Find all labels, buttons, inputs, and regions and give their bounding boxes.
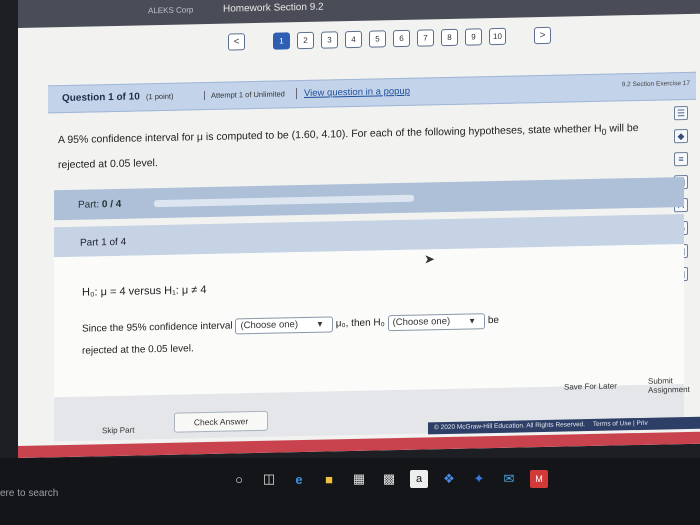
interval-dropdown-value: (Choose one) xyxy=(240,319,298,332)
page-button-7[interactable]: 7 xyxy=(417,29,434,47)
interval-dropdown[interactable]: (Choose one) ▼ xyxy=(235,316,333,335)
work-area: ➤ H₀: μ = 4 versus H₁: μ ≠ 4 Since the 9… xyxy=(54,244,684,398)
part-label: Part: xyxy=(78,199,100,211)
sentence-part-b: μ₀, then H₀ xyxy=(335,317,385,330)
store-icon[interactable]: ▦ xyxy=(350,470,368,488)
mcafee-icon[interactable]: M xyxy=(530,470,548,488)
skip-part-link[interactable]: Skip Part xyxy=(102,426,134,436)
mouse-cursor-icon: ➤ xyxy=(424,251,435,267)
chevron-right-icon[interactable]: > xyxy=(534,26,551,45)
question-points: (1 point) xyxy=(146,91,174,102)
question-line-1-end: will be xyxy=(606,122,639,135)
amazon-icon[interactable]: a xyxy=(410,470,428,488)
sentence-part-d: rejected at the 0.05 level. xyxy=(82,343,194,357)
question-text: A 95% confidence interval for μ is compu… xyxy=(58,117,658,177)
window-title: Homework Section 9.2 xyxy=(223,1,324,15)
reject-dropdown-value: (Choose one) xyxy=(392,315,451,329)
submit-assignment-link[interactable]: Submit Assignment xyxy=(648,376,690,395)
page-button-2[interactable]: 2 xyxy=(297,31,314,50)
reject-dropdown[interactable]: (Choose one) ▼ xyxy=(387,313,486,332)
check-answer-button[interactable]: Check Answer xyxy=(174,410,268,433)
edge-icon[interactable]: e xyxy=(290,470,308,488)
list-icon[interactable]: ≡ xyxy=(674,151,688,167)
question-line-2: rejected at 0.05 level. xyxy=(58,157,158,172)
chevron-left-icon[interactable]: < xyxy=(228,33,245,51)
view-popup-link[interactable]: View question in a popup xyxy=(296,85,410,100)
page-button-8[interactable]: 8 xyxy=(441,28,458,47)
dropdown-caret-icon: ▼ xyxy=(316,319,324,329)
page-button-5[interactable]: 5 xyxy=(369,30,386,48)
brand-text: ALEKS Corp xyxy=(148,5,194,16)
question-line-1: A 95% confidence interval for μ is compu… xyxy=(58,122,602,147)
page-button-10[interactable]: 10 xyxy=(489,27,506,46)
sentence-part-a: Since the 95% confidence interval xyxy=(82,320,233,335)
page-button-1[interactable]: 1 xyxy=(273,32,290,50)
taskbar-search[interactable]: ere to search xyxy=(0,488,58,499)
diamond-icon[interactable]: ◆ xyxy=(674,128,688,144)
attempt-count: Attempt 1 of Unlimited xyxy=(204,89,285,101)
answer-sentence: Since the 95% confidence interval (Choos… xyxy=(82,306,672,362)
question-number: Question 1 of 10 xyxy=(62,91,140,105)
part-progress-bar: Part: 0 / 4 xyxy=(54,177,684,221)
terms-link[interactable]: Terms of Use | Priv xyxy=(593,420,648,428)
window-header: ALEKS Corp Homework Section 9.2 xyxy=(18,0,700,29)
book-icon[interactable]: ☰ xyxy=(674,105,688,121)
question-pager: < 1 2 3 4 5 6 7 8 9 10 > xyxy=(228,26,551,51)
question-header-bar: Question 1 of 10 (1 point) Attempt 1 of … xyxy=(48,71,696,114)
save-for-later-link[interactable]: Save For Later xyxy=(564,381,617,391)
page-button-9[interactable]: 9 xyxy=(465,28,482,46)
task-view-icon[interactable]: ◫ xyxy=(260,470,278,488)
sentence-part-c: be xyxy=(487,314,499,327)
page-button-6[interactable]: 6 xyxy=(393,29,410,48)
dropbox-icon[interactable]: ❖ xyxy=(440,470,458,488)
progress-track xyxy=(154,194,414,208)
app-icon[interactable]: ▩ xyxy=(380,470,398,488)
part-number: Part 1 of 4 xyxy=(80,236,127,249)
taskbar-icons: ○ ◫ e ■ ▦ ▩ a ❖ ✦ ✉ M xyxy=(230,470,548,488)
file-explorer-icon[interactable]: ■ xyxy=(320,470,338,488)
hypothesis-statement: H₀: μ = 4 versus H₁: μ ≠ 4 xyxy=(82,284,207,299)
copyright-text: © 2020 McGraw-Hill Education. All Rights… xyxy=(434,421,586,432)
cortana-icon[interactable]: ○ xyxy=(230,470,248,488)
part-progress-text: 0 / 4 xyxy=(101,198,122,211)
os-taskbar: ere to search ○ ◫ e ■ ▦ ▩ a ❖ ✦ ✉ M xyxy=(0,458,700,525)
dropdown-caret-icon: ▼ xyxy=(468,316,477,326)
page-button-4[interactable]: 4 xyxy=(345,30,362,49)
browser-window: ALEKS Corp Homework Section 9.2 < 1 2 3 … xyxy=(18,0,700,458)
mail-icon[interactable]: ✉ xyxy=(500,470,518,488)
page-button-3[interactable]: 3 xyxy=(321,31,338,49)
exercise-label: 9.2 Section Exercise 17 xyxy=(621,79,690,89)
bluetooth-icon[interactable]: ✦ xyxy=(470,470,488,488)
